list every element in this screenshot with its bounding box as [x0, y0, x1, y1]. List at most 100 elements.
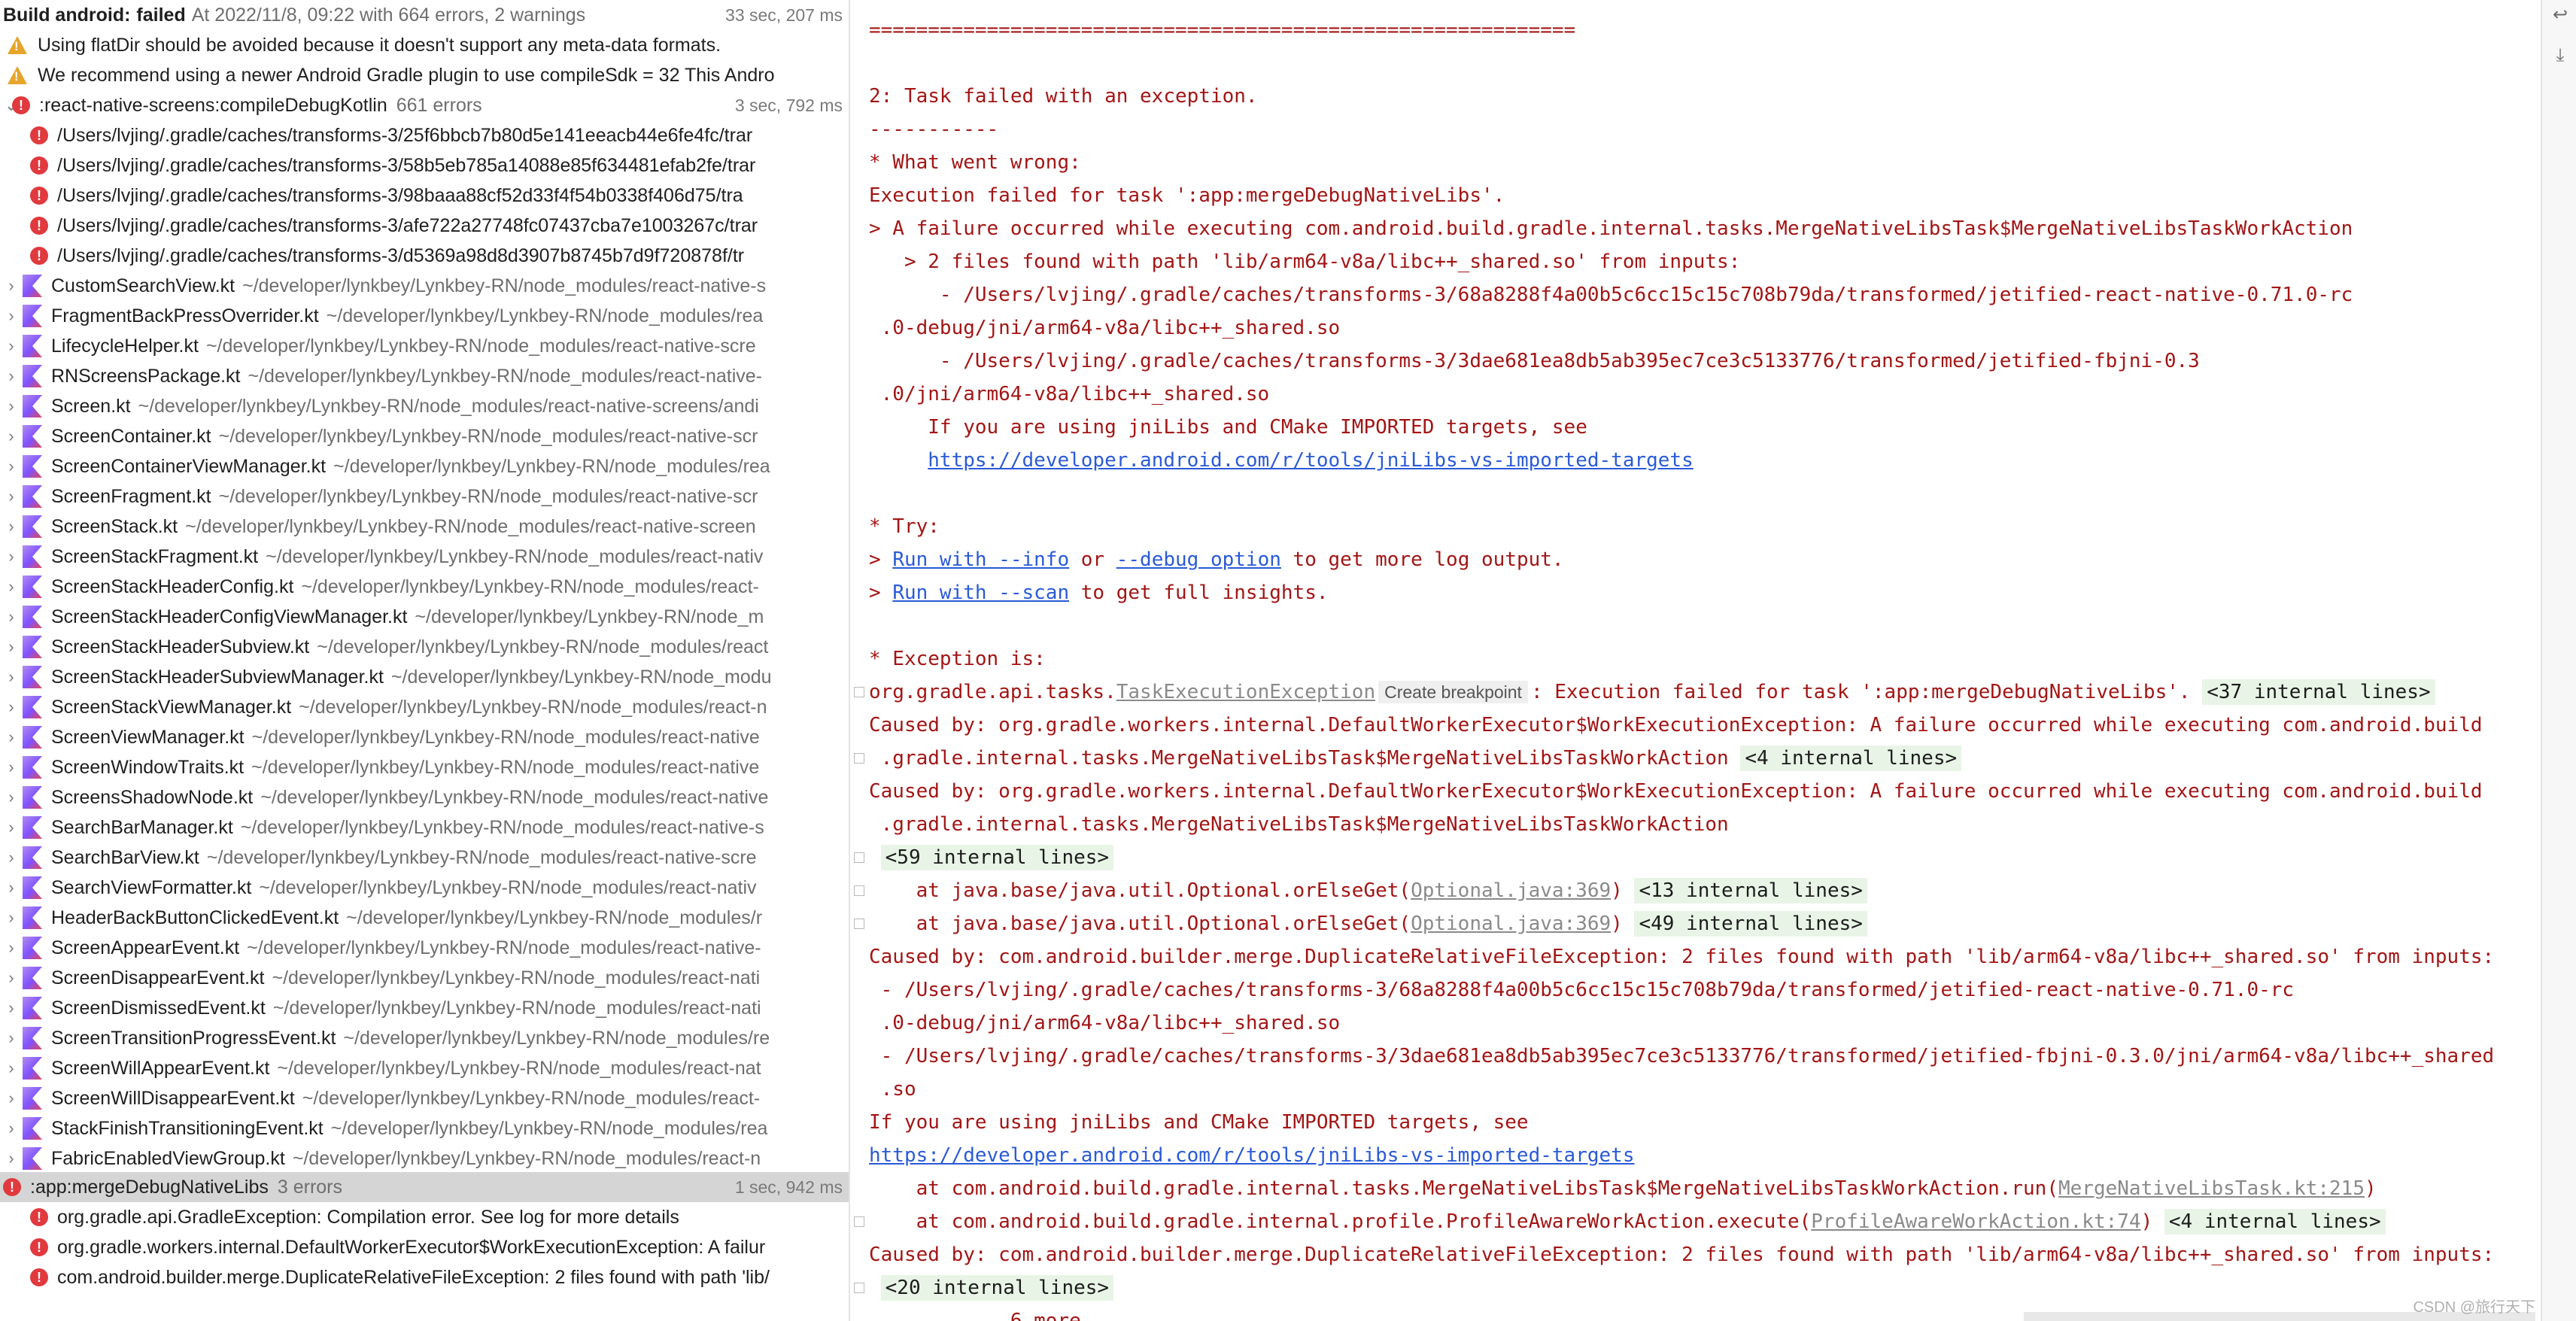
file-row[interactable]: › ScreenStackViewManager.kt ~/developer/ly… [0, 692, 849, 722]
source-link[interactable]: MergeNativeLibsTask.kt:215 [2058, 1177, 2365, 1200]
file-row[interactable]: › ScreensShadowNode.kt ~/developer/lynkbey… [0, 782, 849, 812]
chevron-right-icon[interactable]: › [0, 1028, 23, 1048]
internal-lines-fold[interactable]: <20 internal lines> [880, 1275, 1114, 1301]
file-row[interactable]: › ScreenAppearEvent.kt ~/developer/lynkbey… [0, 933, 849, 963]
debug-option-link[interactable]: --debug option [1116, 548, 1281, 571]
internal-lines-fold[interactable]: <37 internal lines> [2202, 679, 2435, 705]
chevron-right-icon[interactable]: › [0, 517, 23, 536]
warning-row[interactable]: Using flatDir should be avoided because … [0, 30, 849, 60]
chevron-right-icon[interactable]: › [0, 968, 23, 988]
source-link[interactable]: Optional.java:369 [1411, 913, 1611, 935]
file-row[interactable]: › ScreenStackFragment.kt ~/developer/lynkb… [0, 542, 849, 572]
internal-lines-fold[interactable]: <13 internal lines> [1634, 878, 1867, 903]
chevron-right-icon[interactable]: › [0, 878, 23, 897]
internal-lines-fold[interactable]: <4 internal lines> [2164, 1209, 2386, 1234]
file-row[interactable]: › SearchBarManager.kt ~/developer/lynkbey/… [0, 812, 849, 843]
docs-link[interactable]: https://developer.android.com/r/tools/jn… [928, 449, 1693, 472]
merge-error-row[interactable]: ! org.gradle.workers.internal.DefaultWor… [0, 1232, 849, 1262]
compile-task-row[interactable]: ⌄ ! :react-native-screens:compileDebugKo… [0, 90, 849, 120]
file-row[interactable]: › ScreenViewManager.kt ~/developer/lynkbey… [0, 722, 849, 752]
cache-error-row[interactable]: ! /Users/lvjing/.gradle/caches/transform… [0, 211, 849, 241]
file-row[interactable]: › Screen.kt ~/developer/lynkbey/Lynkbey-RN… [0, 391, 849, 421]
chevron-right-icon[interactable]: › [0, 547, 23, 566]
file-row[interactable]: › SearchBarView.kt ~/developer/lynkbey/Lyn… [0, 843, 849, 873]
warning-row[interactable]: We recommend using a newer Android Gradl… [0, 60, 849, 90]
internal-lines-fold[interactable]: <49 internal lines> [1634, 911, 1867, 937]
file-row[interactable]: › ScreenStackHeaderConfig.kt ~/developer/l… [0, 572, 849, 602]
file-row[interactable]: › ScreenWindowTraits.kt ~/developer/lynkbe… [0, 752, 849, 782]
chevron-right-icon[interactable]: › [0, 607, 23, 627]
fold-icon[interactable] [854, 919, 864, 929]
chevron-right-icon[interactable]: › [0, 667, 23, 687]
cache-error-row[interactable]: ! /Users/lvjing/.gradle/caches/transform… [0, 181, 849, 211]
fold-icon[interactable] [854, 885, 864, 896]
run-scan-link[interactable]: Run with --scan [892, 582, 1069, 604]
file-row[interactable]: › RNScreensPackage.kt ~/developer/lynkbey/… [0, 361, 849, 391]
chevron-right-icon[interactable]: › [0, 788, 23, 807]
chevron-right-icon[interactable]: › [0, 1089, 23, 1108]
chevron-right-icon[interactable]: › [0, 306, 23, 326]
file-row[interactable]: › FabricEnabledViewGroup.kt ~/developer/ly… [0, 1143, 849, 1174]
chevron-right-icon[interactable]: › [0, 758, 23, 777]
scroll-to-end-icon[interactable]: ⤓ [2550, 45, 2571, 66]
docs-link[interactable]: https://developer.android.com/r/tools/jn… [869, 1144, 1634, 1167]
chevron-right-icon[interactable]: › [0, 427, 23, 446]
file-row[interactable]: › LifecycleHelper.kt ~/developer/lynkbey/L… [0, 331, 849, 361]
file-row[interactable]: › ScreenTransitionProgressEvent.kt ~/devel… [0, 1023, 849, 1053]
file-row[interactable]: › ScreenDisappearEvent.kt ~/developer/lynk… [0, 963, 849, 993]
fold-icon[interactable] [854, 1283, 864, 1293]
chevron-right-icon[interactable]: › [0, 818, 23, 837]
chevron-right-icon[interactable]: › [0, 457, 23, 476]
file-row[interactable]: › CustomSearchView.kt ~/developer/lynkbey/… [0, 271, 849, 301]
chevron-right-icon[interactable]: › [0, 637, 23, 657]
merge-error-row[interactable]: ! com.android.builder.merge.DuplicateRel… [0, 1262, 849, 1292]
chevron-right-icon[interactable]: › [0, 336, 23, 356]
chevron-right-icon[interactable]: › [0, 998, 23, 1018]
chevron-right-icon[interactable]: › [0, 396, 23, 416]
chevron-right-icon[interactable]: › [0, 276, 23, 296]
chevron-right-icon[interactable]: › [0, 487, 23, 506]
file-row[interactable]: › ScreenContainerViewManager.kt ~/develope… [0, 451, 849, 481]
fold-icon[interactable] [854, 753, 864, 764]
file-row[interactable]: › ScreenStackHeaderSubviewManager.kt ~/dev… [0, 662, 849, 692]
chevron-right-icon[interactable]: › [0, 938, 23, 958]
file-row[interactable]: › ScreenStackHeaderConfigViewManager.kt ~/… [0, 602, 849, 632]
fold-icon[interactable] [854, 1216, 864, 1227]
chevron-right-icon[interactable]: › [0, 908, 23, 928]
file-row[interactable]: › ScreenStack.kt ~/developer/lynkbey/Lynkb… [0, 512, 849, 542]
build-header-row[interactable]: Build android: failed At 2022/11/8, 09:2… [0, 0, 849, 30]
cache-error-row[interactable]: ! /Users/lvjing/.gradle/caches/transform… [0, 241, 849, 271]
file-row[interactable]: › FragmentBackPressOverrider.kt ~/develope… [0, 301, 849, 331]
create-breakpoint-button[interactable]: Create breakpoint [1378, 681, 1528, 703]
file-row[interactable]: › HeaderBackButtonClickedEvent.kt ~/develo… [0, 903, 849, 933]
chevron-right-icon[interactable]: › [0, 727, 23, 747]
cache-error-row[interactable]: ! /Users/lvjing/.gradle/caches/transform… [0, 120, 849, 150]
source-link[interactable]: Optional.java:369 [1411, 879, 1611, 902]
console-output[interactable]: ========================================… [851, 0, 2541, 1321]
file-row[interactable]: › ScreenFragment.kt ~/developer/lynkbey/Ly… [0, 481, 849, 512]
internal-lines-fold[interactable]: <4 internal lines> [1740, 746, 1962, 771]
chevron-right-icon[interactable]: › [0, 1119, 23, 1138]
file-row[interactable]: › ScreenStackHeaderSubview.kt ~/developer/… [0, 632, 849, 662]
internal-lines-fold[interactable]: <59 internal lines> [880, 845, 1114, 870]
chevron-right-icon[interactable]: › [0, 366, 23, 386]
chevron-right-icon[interactable]: › [0, 848, 23, 867]
cache-error-row[interactable]: ! /Users/lvjing/.gradle/caches/transform… [0, 150, 849, 181]
fold-icon[interactable] [854, 687, 864, 697]
file-row[interactable]: › SearchViewFormatter.kt ~/developer/lynkb… [0, 873, 849, 903]
file-row[interactable]: › ScreenContainer.kt ~/developer/lynkbey/L… [0, 421, 849, 451]
fold-icon[interactable] [854, 852, 864, 863]
chevron-right-icon[interactable]: › [0, 697, 23, 717]
file-row[interactable]: › StackFinishTransitioningEvent.kt ~/devel… [0, 1113, 849, 1143]
chevron-right-icon[interactable]: › [0, 1149, 23, 1168]
exception-link[interactable]: TaskExecutionException [1116, 681, 1375, 703]
file-row[interactable]: › ScreenWillAppearEvent.kt ~/developer/lyn… [0, 1053, 849, 1083]
merge-error-row[interactable]: ! org.gradle.api.GradleException: Compil… [0, 1202, 849, 1232]
chevron-right-icon[interactable]: › [0, 1058, 23, 1078]
soft-wrap-icon[interactable]: ↩ [2550, 5, 2571, 26]
chevron-right-icon[interactable]: › [0, 577, 23, 597]
merge-task-row[interactable]: ! :app:mergeDebugNativeLibs 3 errors 1 s… [0, 1172, 849, 1202]
file-row[interactable]: › ScreenWillDisappearEvent.kt ~/developer/… [0, 1083, 849, 1113]
source-link[interactable]: ProfileAwareWorkAction.kt:74 [1811, 1210, 2140, 1233]
run-info-link[interactable]: Run with --info [892, 548, 1069, 571]
